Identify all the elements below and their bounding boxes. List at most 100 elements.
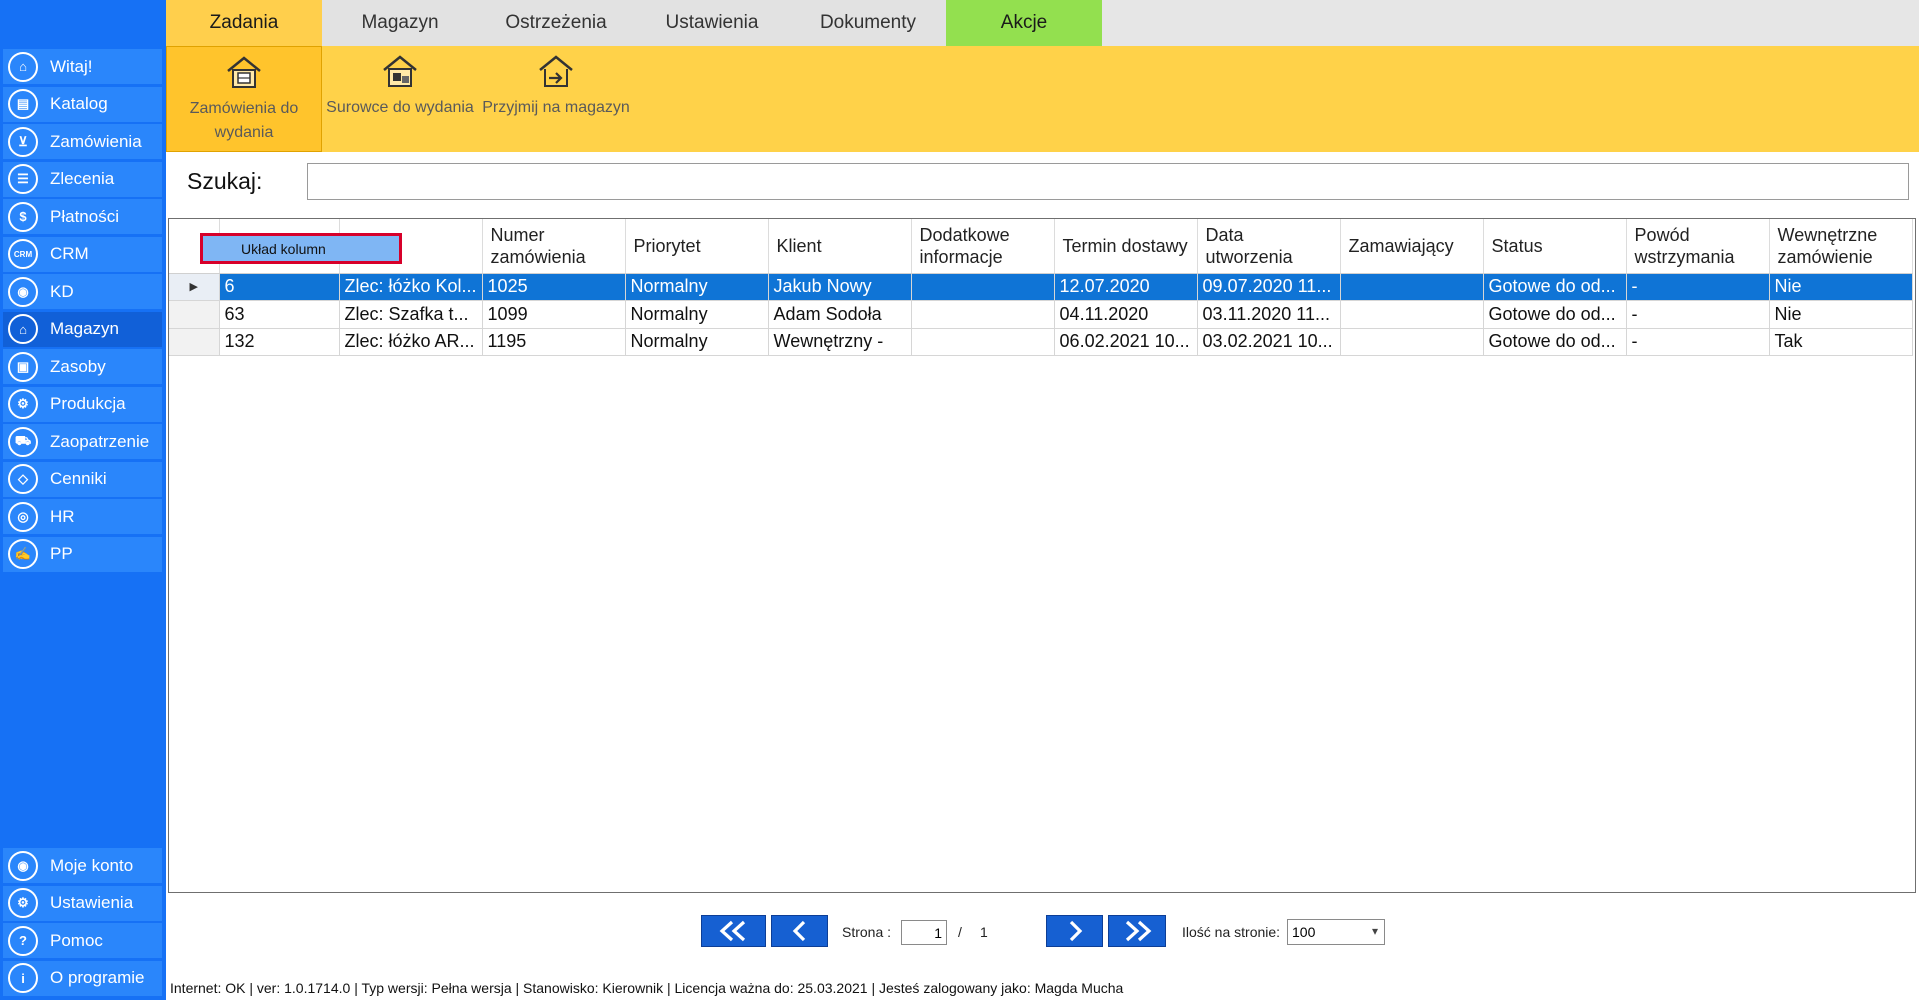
ribbon-button-label: Zamówienia do wydania bbox=[189, 100, 299, 141]
chevron-right-icon bbox=[1069, 920, 1082, 942]
ribbon-receive-to-warehouse-button[interactable]: Przyjmij na magazyn bbox=[478, 46, 634, 152]
column-header-created-date[interactable]: Data utworzenia bbox=[1197, 219, 1341, 274]
sidebar-item-platnosci[interactable]: $ Płatności bbox=[3, 199, 162, 234]
column-header-priority[interactable]: Priorytet bbox=[625, 219, 769, 274]
column-header-ordering-person[interactable]: Zamawiający bbox=[1340, 219, 1484, 274]
sidebar-item-zaopatrzenie[interactable]: ⛟ Zaopatrzenie bbox=[3, 424, 162, 459]
sidebar-item-hr[interactable]: ◎ HR bbox=[3, 499, 162, 534]
table-row[interactable]: 132 Zlec: łóżko AR... 1195 Normalny Wewn… bbox=[169, 328, 1913, 356]
settings-icon: ⚙ bbox=[8, 888, 38, 918]
ribbon-toolbar: Zamówienia do wydania Surowce do wydania… bbox=[166, 46, 1919, 152]
row-selector[interactable] bbox=[169, 300, 220, 329]
column-header-internal-order[interactable]: Wewnętrzne zamówienie bbox=[1769, 219, 1913, 274]
search-input[interactable] bbox=[307, 163, 1909, 200]
sidebar-item-crm[interactable]: CRM CRM bbox=[3, 236, 162, 272]
sidebar-item-ustawienia[interactable]: ⚙ Ustawienia bbox=[3, 885, 162, 921]
ribbon-materials-to-issue-button[interactable]: Surowce do wydania bbox=[322, 46, 478, 152]
table-cell: 132 bbox=[219, 328, 340, 356]
sidebar-item-witaj[interactable]: ⌂ Witaj! bbox=[3, 49, 162, 84]
column-header-additional-info[interactable]: Dodatkowe informacje bbox=[911, 219, 1055, 274]
table-cell: Gotowe do od... bbox=[1483, 328, 1627, 356]
table-cell: Zlec: łóżko AR... bbox=[339, 328, 483, 356]
tab-ostrzezenia[interactable]: Ostrzeżenia bbox=[478, 0, 634, 46]
top-tabs: Zadania Magazyn Ostrzeżenia Ustawienia D… bbox=[166, 0, 1919, 46]
sidebar-item-label: PP bbox=[50, 544, 73, 563]
page-separator: / bbox=[958, 924, 962, 940]
sidebar-item-o-programie[interactable]: i O programie bbox=[3, 960, 162, 996]
sidebar-item-moje-konto[interactable]: ◉ Moje konto bbox=[3, 848, 162, 883]
per-page-select[interactable]: 100 ▾ bbox=[1287, 919, 1385, 945]
sidebar-item-label: Pomoc bbox=[50, 930, 103, 950]
sidebar-bottom-nav: ◉ Moje konto ⚙ Ustawienia ? Pomoc i O progra… bbox=[3, 848, 162, 998]
account-icon: ◉ bbox=[8, 850, 38, 881]
warehouse-order-icon bbox=[227, 56, 261, 88]
sidebar-item-pomoc[interactable]: ? Pomoc bbox=[3, 923, 162, 958]
column-header-delivery-date[interactable]: Termin dostawy bbox=[1054, 219, 1198, 274]
hr-icon: ◎ bbox=[8, 501, 38, 532]
table-cell: - bbox=[1626, 328, 1770, 356]
book-icon: ▤ bbox=[8, 89, 38, 119]
crm-icon: CRM bbox=[8, 239, 38, 269]
tab-akcje[interactable]: Akcje bbox=[946, 0, 1102, 46]
sidebar-item-label: Zasoby bbox=[50, 356, 106, 376]
sidebar-item-kd[interactable]: ◉ KD bbox=[3, 274, 162, 309]
table-cell: 6 bbox=[219, 273, 340, 301]
row-selector[interactable] bbox=[169, 328, 220, 356]
table-cell: 03.11.2020 11... bbox=[1197, 300, 1341, 329]
column-header-client[interactable]: Klient bbox=[768, 219, 912, 274]
warehouse-icon: ⌂ bbox=[8, 314, 38, 344]
sidebar-item-label: KD bbox=[50, 281, 74, 301]
per-page-value: 100 bbox=[1292, 924, 1316, 940]
table-cell: 63 bbox=[219, 300, 340, 329]
sidebar-item-label: Ustawienia bbox=[50, 893, 134, 912]
column-header-status[interactable]: Status bbox=[1483, 219, 1627, 274]
column-header-order-number[interactable]: Numer zamówienia bbox=[482, 219, 626, 274]
first-page-button[interactable] bbox=[701, 915, 766, 947]
ribbon-button-label: Przyjmij na magazyn bbox=[482, 99, 630, 116]
column-header-hold-reason[interactable]: Powód wstrzymania bbox=[1626, 219, 1770, 274]
previous-page-button[interactable] bbox=[771, 915, 828, 947]
page-number-input[interactable] bbox=[901, 920, 947, 945]
table-cell: Tak bbox=[1769, 328, 1913, 356]
last-page-button[interactable] bbox=[1108, 915, 1166, 947]
tab-dokumenty[interactable]: Dokumenty bbox=[790, 0, 946, 46]
tab-zadania[interactable]: Zadania bbox=[166, 0, 322, 46]
table-cell: - bbox=[1626, 300, 1770, 329]
app-window: ⌂ Witaj! ▤ Katalog ⊻ Zamówienia ☰ Zlecenia $… bbox=[0, 0, 1919, 1000]
sidebar-item-pp[interactable]: ✍ PP bbox=[3, 536, 162, 572]
sidebar-item-label: Produkcja bbox=[50, 394, 126, 413]
context-menu-column-layout[interactable]: Układ kolumn bbox=[200, 233, 402, 264]
table-row[interactable]: ▶ 6 Zlec: łóżko Kol... 1025 Normalny Jak… bbox=[169, 273, 1913, 301]
table-cell: 12.07.2020 bbox=[1054, 273, 1198, 301]
table-cell: 09.07.2020 11... bbox=[1197, 273, 1341, 301]
table-cell: Gotowe do od... bbox=[1483, 273, 1627, 301]
orders-grid[interactable]: ID Numer zamówienia Priorytet Klient Dod… bbox=[168, 218, 1916, 893]
table-cell: 03.02.2021 10... bbox=[1197, 328, 1341, 356]
table-cell: Nie bbox=[1769, 300, 1913, 329]
tab-magazyn[interactable]: Magazyn bbox=[322, 0, 478, 46]
sidebar-item-katalog[interactable]: ▤ Katalog bbox=[3, 86, 162, 122]
sidebar-item-produkcja[interactable]: ⚙ Produkcja bbox=[3, 386, 162, 422]
sidebar-item-zlecenia[interactable]: ☰ Zlecenia bbox=[3, 161, 162, 197]
sidebar-item-cenniki[interactable]: ◇ Cenniki bbox=[3, 461, 162, 497]
next-page-button[interactable] bbox=[1046, 915, 1103, 947]
table-cell bbox=[911, 300, 1055, 329]
sidebar-item-zamowienia[interactable]: ⊻ Zamówienia bbox=[3, 124, 162, 159]
tag-icon: ◇ bbox=[8, 464, 38, 494]
table-cell: Normalny bbox=[625, 300, 769, 329]
page-label: Strona : bbox=[842, 924, 892, 940]
sidebar-item-magazyn[interactable]: ⌂ Magazyn bbox=[3, 311, 162, 347]
warehouse-materials-icon bbox=[383, 55, 417, 87]
ribbon-orders-to-issue-button[interactable]: Zamówienia do wydania bbox=[166, 46, 322, 152]
list-icon: ☰ bbox=[8, 164, 38, 194]
person-icon: ◉ bbox=[8, 276, 38, 307]
table-cell: 1195 bbox=[482, 328, 626, 356]
table-cell: Zlec: Szafka t... bbox=[339, 300, 483, 329]
table-row[interactable]: 63 Zlec: Szafka t... 1099 Normalny Adam … bbox=[169, 300, 1913, 329]
sidebar-item-zasoby[interactable]: ▣ Zasoby bbox=[3, 349, 162, 384]
truck-icon: ⛟ bbox=[8, 426, 38, 457]
table-cell: Wewnętrzny - bbox=[768, 328, 912, 356]
table-cell: 1099 bbox=[482, 300, 626, 329]
tab-ustawienia[interactable]: Ustawienia bbox=[634, 0, 790, 46]
row-selector-arrow-icon[interactable]: ▶ bbox=[169, 273, 220, 301]
